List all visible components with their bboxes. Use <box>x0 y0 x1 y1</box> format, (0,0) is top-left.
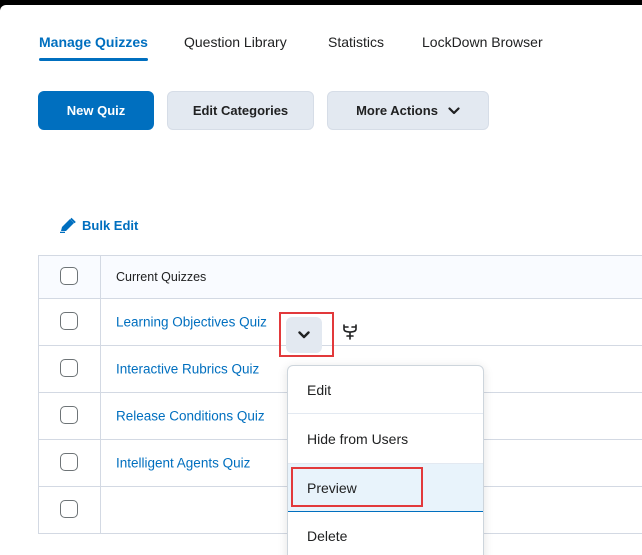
edit-categories-button[interactable]: Edit Categories <box>167 91 314 130</box>
checkbox-cell <box>39 393 101 439</box>
row-checkbox[interactable] <box>60 312 78 330</box>
checkbox-cell <box>39 256 101 298</box>
table-row: Learning Objectives Quiz <box>39 299 642 346</box>
menu-item-delete[interactable]: Delete <box>288 512 483 555</box>
checkbox-cell <box>39 440 101 486</box>
chevron-down-icon <box>298 331 310 339</box>
more-actions-label: More Actions <box>356 103 438 118</box>
quiz-link[interactable]: Release Conditions Quiz <box>116 409 265 424</box>
current-quizzes-header: Current Quizzes <box>116 270 207 284</box>
checkbox-cell <box>39 299 101 345</box>
select-all-checkbox[interactable] <box>60 267 78 285</box>
checkbox-cell <box>39 487 101 533</box>
tab-manage-quizzes[interactable]: Manage Quizzes <box>39 33 148 63</box>
row-checkbox[interactable] <box>60 359 78 377</box>
release-conditions-icon[interactable] <box>342 323 358 341</box>
row-checkbox[interactable] <box>60 500 78 518</box>
checkbox-cell <box>39 346 101 392</box>
bulk-edit-label: Bulk Edit <box>82 217 139 233</box>
row-checkbox[interactable] <box>60 406 78 424</box>
row-checkbox[interactable] <box>60 453 78 471</box>
tab-statistics[interactable]: Statistics <box>328 33 384 63</box>
menu-item-preview[interactable]: Preview <box>288 464 483 512</box>
more-actions-button[interactable]: More Actions <box>327 91 489 130</box>
tab-lockdown-browser[interactable]: LockDown Browser <box>422 33 543 63</box>
bulk-edit-link[interactable]: Bulk Edit <box>59 217 138 233</box>
menu-item-hide-from-users[interactable]: Hide from Users <box>288 414 483 464</box>
pencil-icon <box>60 217 76 233</box>
quiz-link[interactable]: Learning Objectives Quiz <box>116 315 267 330</box>
chevron-down-icon <box>448 106 460 114</box>
table-header-row: Current Quizzes <box>39 256 642 299</box>
new-quiz-button[interactable]: New Quiz <box>38 91 154 130</box>
quiz-context-menu: Edit Hide from Users Preview Delete <box>287 365 484 555</box>
tab-question-library[interactable]: Question Library <box>184 33 287 63</box>
quiz-link[interactable]: Interactive Rubrics Quiz <box>116 362 259 377</box>
quizzes-page: Manage Quizzes Question Library Statisti… <box>0 5 642 555</box>
quiz-actions-dropdown-button[interactable] <box>286 317 322 353</box>
menu-item-edit[interactable]: Edit <box>288 366 483 414</box>
quiz-link[interactable]: Intelligent Agents Quiz <box>116 456 250 471</box>
